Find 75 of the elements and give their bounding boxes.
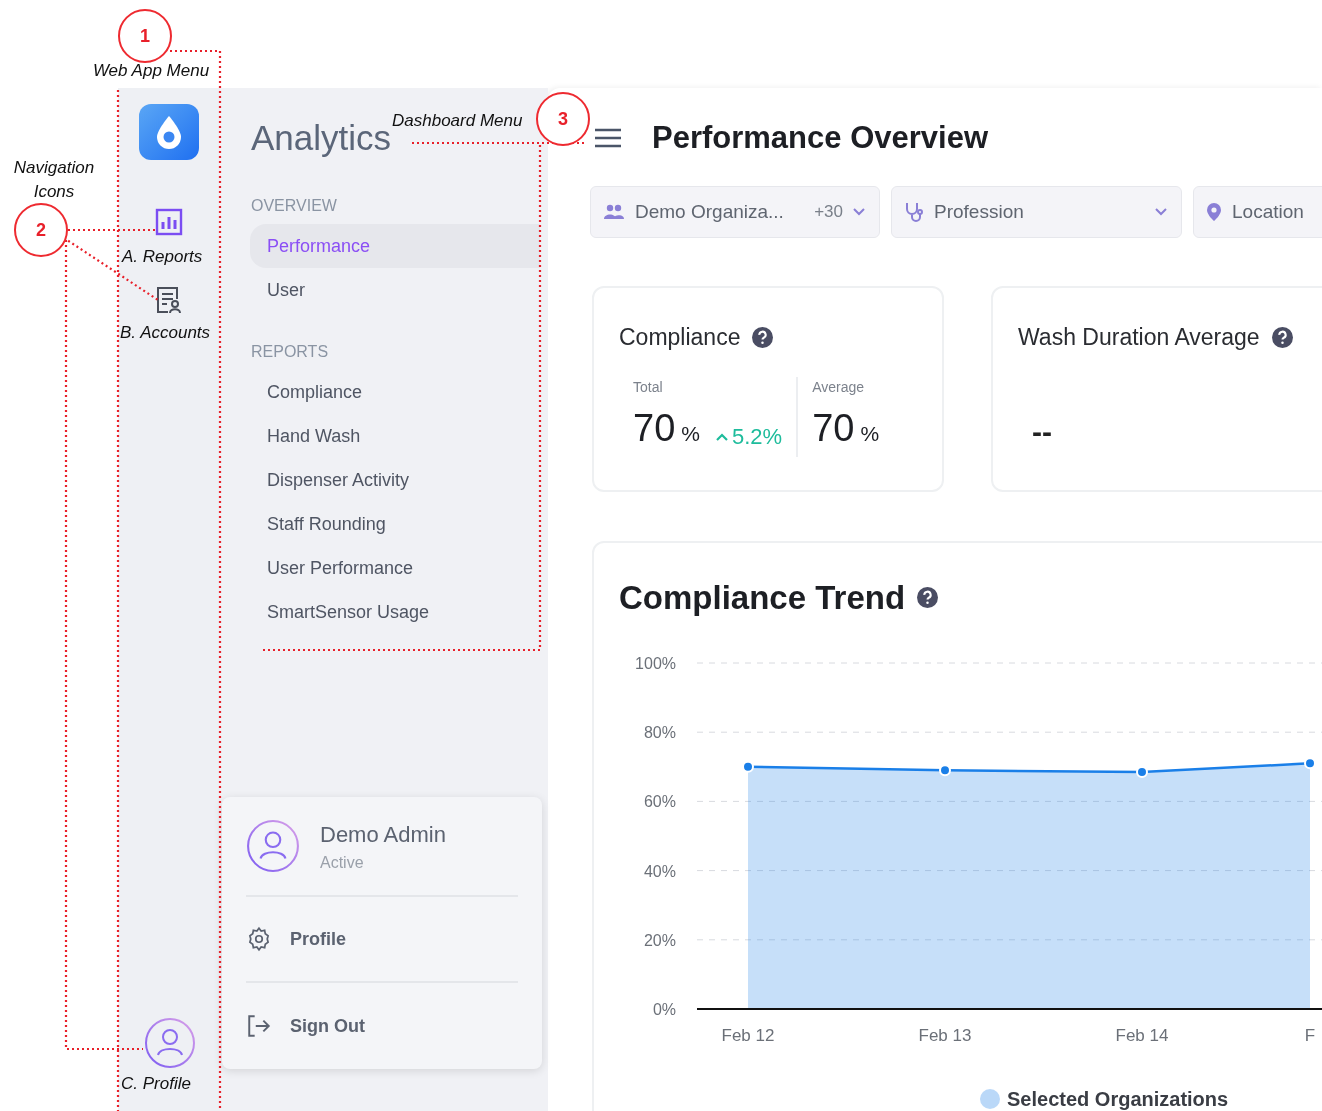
callout-label: Web App Menu: [91, 60, 211, 82]
menu-item[interactable]: Hand Wash: [250, 414, 540, 458]
card-title: Compliance: [619, 323, 741, 352]
metric-change: 5.2%: [731, 423, 783, 451]
help-icon[interactable]: [917, 587, 939, 609]
metric-value: 70: [633, 405, 676, 451]
chevron-down-icon: [1155, 208, 1167, 216]
metric-unit: %: [681, 420, 700, 447]
filter-dropdown[interactable]: Demo Organiza... +30: [590, 186, 880, 238]
menu-item[interactable]: Compliance: [250, 370, 540, 414]
data-point[interactable]: [1136, 766, 1148, 778]
page-title: Performance Overview: [652, 118, 988, 157]
axis-tick-label: Feb 13: [918, 1026, 972, 1045]
data-point[interactable]: [1304, 757, 1316, 770]
data-point[interactable]: [742, 760, 754, 773]
sign-out-icon: [246, 1013, 272, 1039]
people-icon: [603, 204, 625, 220]
chevron-down-icon: [853, 208, 865, 216]
menu-item[interactable]: Sign Out: [290, 1012, 365, 1040]
axis-tick-label: F: [1304, 1026, 1316, 1045]
callout-label: C. Profile: [121, 1073, 191, 1095]
menu-item[interactable]: SmartSensor Usage: [250, 590, 540, 634]
filter-label: Location: [1232, 199, 1304, 224]
metric-value: 70: [812, 405, 855, 451]
metric-unit: %: [860, 420, 880, 447]
settings-icon: [246, 926, 272, 952]
axis-tick-label: 0%: [652, 1001, 676, 1018]
map-pin-icon: [1206, 202, 1222, 222]
caret-up-icon: [715, 432, 728, 441]
document-user-icon[interactable]: [155, 286, 183, 314]
water-drop-icon: [154, 114, 184, 150]
menu-item[interactable]: Staff Rounding: [250, 502, 540, 546]
user-name: Demo Admin: [320, 820, 446, 849]
card-title: Wash Duration Average: [1018, 323, 1260, 352]
menu-item[interactable]: Performance: [250, 224, 540, 268]
legend-label: Selected Organizations: [1007, 1088, 1229, 1110]
axis-tick-label: Feb 14: [1115, 1026, 1169, 1045]
section-heading: REPORTS: [251, 342, 330, 362]
metric-label: Average: [812, 377, 866, 397]
menu-item[interactable]: Dispenser Activity: [250, 458, 540, 502]
filter-dropdown[interactable]: Location: [1193, 186, 1322, 238]
avatar-button[interactable]: [144, 1017, 196, 1069]
callout-marker: 2: [14, 203, 68, 257]
menu-title: Analytics: [251, 116, 392, 159]
avatar-icon: [246, 819, 300, 873]
card-title: Compliance Trend: [619, 578, 906, 618]
axis-tick-label: 100%: [635, 655, 676, 672]
metric-value: --: [1032, 413, 1052, 450]
callout-marker: 1: [118, 9, 172, 63]
axis-tick-label: 80%: [643, 724, 676, 742]
axis-tick-label: 20%: [643, 931, 676, 949]
data-point[interactable]: [939, 764, 951, 777]
callout-label: B. Accounts: [120, 322, 211, 344]
menu-icon[interactable]: [594, 128, 622, 148]
bar-chart-icon[interactable]: [155, 208, 183, 236]
axis-tick-label: Feb 12: [721, 1026, 775, 1045]
section-heading: OVERVIEW: [251, 196, 338, 216]
menu-item[interactable]: User: [250, 268, 540, 312]
filter-label: Profession: [934, 199, 1024, 224]
axis-tick-label: 40%: [643, 862, 676, 880]
filter-dropdown[interactable]: Profession: [891, 186, 1182, 238]
callout-label: A. Reports: [122, 246, 203, 268]
menu-item[interactable]: User Performance: [250, 546, 540, 590]
menu-item[interactable]: Profile: [290, 925, 346, 953]
callout-label: Dashboard Menu: [392, 110, 524, 132]
app-logo[interactable]: [139, 104, 199, 160]
callout-label: Navigation Icons: [12, 157, 96, 203]
axis-tick-label: 60%: [643, 793, 676, 811]
filter-count: +30: [814, 201, 843, 224]
help-icon[interactable]: [752, 326, 774, 348]
help-icon[interactable]: [1271, 326, 1293, 348]
filter-label: Demo Organiza...: [635, 199, 784, 224]
user-status: Active: [320, 852, 365, 873]
stethoscope-icon: [904, 201, 924, 223]
metric-label: Total: [633, 377, 664, 397]
